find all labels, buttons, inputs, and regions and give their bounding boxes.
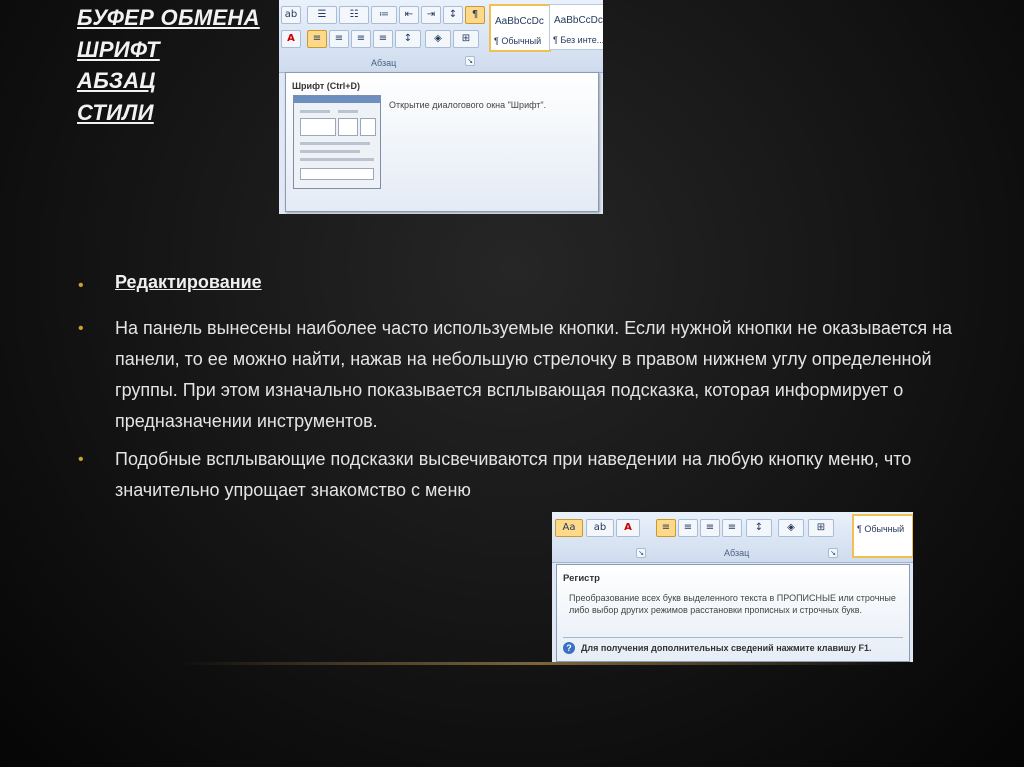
tooltip-divider — [563, 637, 903, 638]
borders-icon[interactable]: ⊞ — [453, 30, 479, 48]
help-icon: ? — [563, 642, 575, 654]
style-normal-tile[interactable]: AaBbCcDc ¶ Обычный — [489, 4, 551, 52]
heading-clipboard: БУФЕР ОБМЕНА — [77, 5, 260, 30]
paragraph-dialog-launcher-icon[interactable]: ↘ — [828, 548, 838, 558]
tooltip-description: Преобразование всех букв выделенного тек… — [569, 593, 896, 615]
font-color-icon[interactable]: A — [281, 30, 301, 48]
section-heading: Редактирование — [115, 272, 262, 292]
change-case-tooltip: Регистр Преобразование всех букв выделен… — [556, 564, 910, 662]
align-left-icon[interactable]: ≡ — [656, 519, 676, 537]
heading-font: ШРИФТ — [77, 36, 160, 62]
bullet-icon: • — [78, 277, 84, 294]
line-spacing-icon[interactable]: ↕ — [746, 519, 772, 537]
align-left-icon[interactable]: ≡ — [307, 30, 327, 48]
justify-icon[interactable]: ≡ — [373, 30, 393, 48]
align-right-icon[interactable]: ≡ — [700, 519, 720, 537]
paragraph-group-label: Абзац — [724, 548, 750, 558]
justify-icon[interactable]: ≡ — [722, 519, 742, 537]
ribbon-screenshot-case-tooltip: Aa ab A ≡ ≡ ≡ ≡ ↕ ◈ ⊞ ↘ Абзац ↘ ¶ Обычны… — [552, 512, 913, 662]
heading-styles: СТИЛИ — [77, 99, 154, 125]
decrease-indent-icon[interactable]: ⇤ — [399, 6, 419, 24]
shading-icon[interactable]: ◈ — [778, 519, 804, 537]
paragraph-2: Подобные всплывающие подсказки высвечива… — [115, 449, 912, 500]
paragraph-1: На панель вынесены наиболее часто исполь… — [115, 318, 953, 431]
align-center-icon[interactable]: ≡ — [329, 30, 349, 48]
line-spacing-icon[interactable]: ↕ — [395, 30, 421, 48]
align-right-icon[interactable]: ≡ — [351, 30, 371, 48]
numbering-icon[interactable]: ☷ — [339, 6, 369, 24]
increase-indent-icon[interactable]: ⇥ — [421, 6, 441, 24]
font-dialog-preview — [293, 95, 381, 189]
sort-icon[interactable]: ↕ — [443, 6, 463, 24]
format-painter-icon[interactable]: ab — [281, 6, 301, 24]
bullet-icon: • — [78, 320, 84, 337]
font-tooltip: Шрифт (Ctrl+D) Открытие диалогового окна… — [285, 72, 599, 212]
style-no-spacing-tile[interactable]: AaBbCcDc ¶ Без инте... — [549, 4, 603, 50]
style-normal-tile[interactable]: ¶ Обычный — [852, 514, 913, 558]
paragraph-group-label: Абзац — [371, 58, 397, 68]
multilevel-list-icon[interactable]: ≔ — [371, 6, 397, 24]
tooltip-help-text: Для получения дополнительных сведений на… — [581, 643, 872, 653]
tooltip-description: Открытие диалогового окна "Шрифт". — [389, 100, 547, 110]
heading-paragraph: АБЗАЦ — [77, 68, 156, 93]
highlight-icon[interactable]: ab — [586, 519, 614, 537]
ribbon-bar: ab A ☰ ☷ ≔ ⇤ ⇥ ↕ ¶ ≡ ≡ ≡ ≡ ↕ ◈ ⊞ Абзац ↘… — [279, 0, 603, 73]
change-case-button[interactable]: Aa — [555, 519, 583, 537]
font-color-icon[interactable]: A — [616, 519, 640, 537]
shading-icon[interactable]: ◈ — [425, 30, 451, 48]
borders-icon[interactable]: ⊞ — [808, 519, 834, 537]
bullet-icon: • — [78, 451, 84, 468]
ribbon-screenshot-font-tooltip: ab A ☰ ☷ ≔ ⇤ ⇥ ↕ ¶ ≡ ≡ ≡ ≡ ↕ ◈ ⊞ Абзац ↘… — [279, 0, 603, 214]
decorative-glow-line — [180, 662, 900, 665]
tooltip-title: Регистр — [563, 573, 600, 584]
show-marks-icon[interactable]: ¶ — [465, 6, 485, 24]
ribbon-bar: Aa ab A ≡ ≡ ≡ ≡ ↕ ◈ ⊞ ↘ Абзац ↘ ¶ Обычны… — [552, 512, 913, 563]
align-center-icon[interactable]: ≡ — [678, 519, 698, 537]
heading-list: БУФЕР ОБМЕНА ШРИФТ АБЗАЦ СТИЛИ — [77, 2, 260, 128]
bullets-icon[interactable]: ☰ — [307, 6, 337, 24]
dialog-launcher-icon[interactable]: ↘ — [465, 56, 475, 66]
tooltip-title: Шрифт (Ctrl+D) — [292, 81, 360, 91]
font-dialog-launcher-icon[interactable]: ↘ — [636, 548, 646, 558]
